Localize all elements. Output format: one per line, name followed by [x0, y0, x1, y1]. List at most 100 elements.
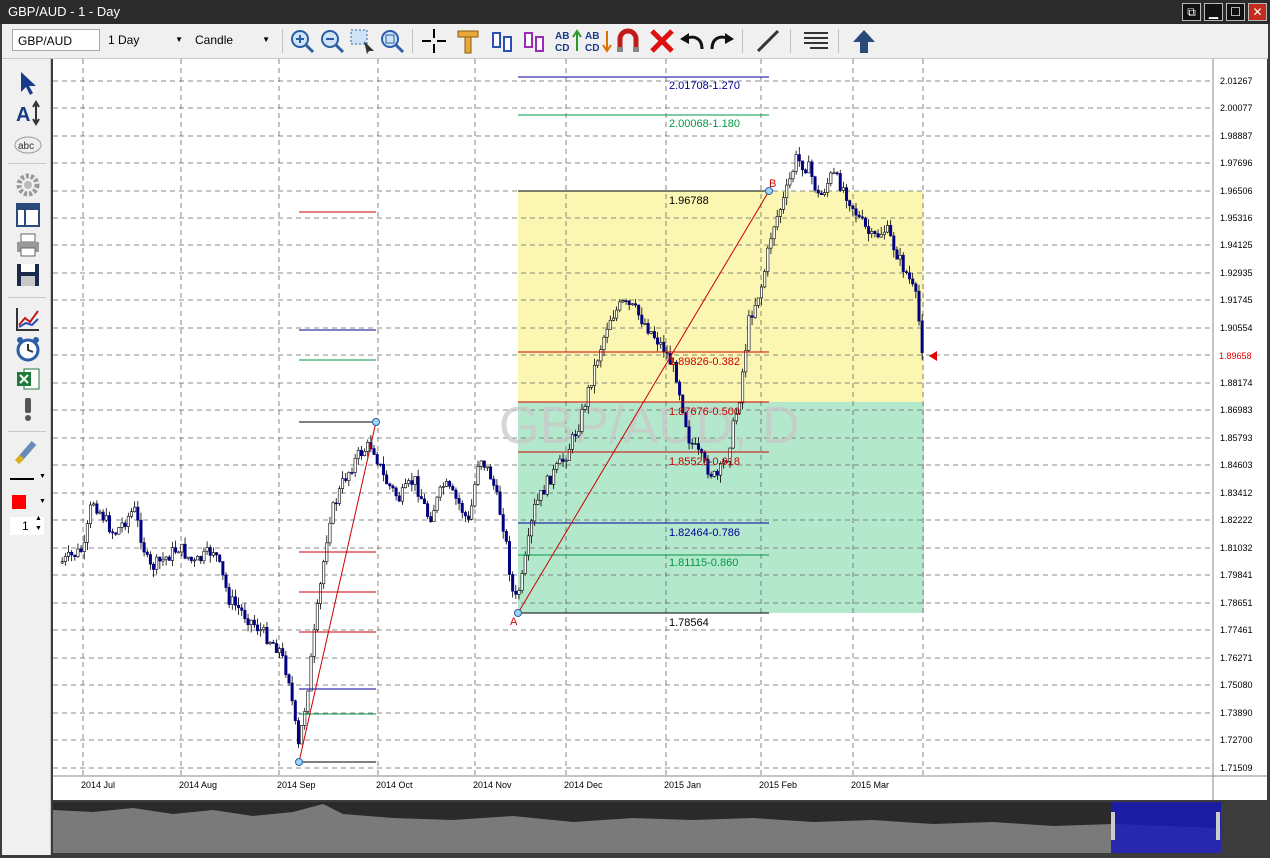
abc-label-icon[interactable]: abc [14, 131, 42, 159]
zoom-reset-icon[interactable] [378, 27, 406, 55]
candle-body [662, 341, 666, 353]
toolbar-divider [8, 163, 46, 164]
crosshair-icon[interactable] [420, 27, 448, 55]
zoom-in-icon[interactable] [288, 27, 316, 55]
fib-left-anchor-high[interactable] [372, 418, 380, 426]
fib-left-anchor-low[interactable] [295, 758, 303, 766]
candle-body [763, 271, 767, 288]
candle-body [344, 478, 348, 481]
close-button[interactable]: ✕ [1248, 3, 1267, 21]
alarm-clock-icon[interactable] [14, 335, 42, 363]
hlines-icon[interactable] [802, 27, 830, 55]
excel-export-icon[interactable] [14, 365, 42, 393]
candle-body [741, 371, 745, 404]
undo-icon[interactable] [678, 27, 706, 55]
price-axis-label: 1.81032 [1220, 543, 1253, 553]
candle-body [454, 489, 458, 499]
candle-body [536, 499, 540, 505]
candle-body [208, 547, 212, 556]
timeframe-select[interactable]: 1 Day ▼ [103, 29, 187, 51]
candle-body [467, 515, 471, 520]
candle-body [331, 502, 335, 524]
candle-compare-alt-icon[interactable] [520, 27, 548, 55]
abcd-down-icon[interactable]: ABCD [584, 27, 612, 55]
candle-body [318, 583, 322, 604]
magnet-icon[interactable] [614, 27, 642, 55]
candle-body [637, 304, 641, 316]
svg-text:CD: CD [585, 43, 599, 54]
candle-body [268, 642, 272, 644]
abcd-up-icon[interactable]: ABCD [554, 27, 582, 55]
alert-exclamation-icon[interactable] [14, 395, 42, 423]
candle-body [111, 531, 115, 534]
candle-body [867, 226, 871, 234]
price-axis: 2.01267 2.00077 1.98887 1.97696 1.96506 1.953… [1220, 76, 1253, 773]
candle-body [158, 556, 162, 562]
candle-body [114, 532, 118, 535]
text-tool-icon[interactable]: A [14, 99, 42, 127]
spinner-down-icon[interactable]: ▼ [35, 525, 42, 532]
trendline-icon[interactable] [754, 27, 782, 55]
color-swatch [12, 495, 26, 509]
brush-icon[interactable] [14, 437, 42, 465]
symbol-input[interactable]: GBP/AUD [12, 29, 100, 51]
maximize-button[interactable]: ☐ [1226, 3, 1245, 21]
candle-body [901, 254, 905, 272]
candle-body [410, 480, 414, 485]
candle-body [561, 458, 565, 462]
candle-compare-icon[interactable] [488, 27, 516, 55]
ruler-icon[interactable] [454, 27, 482, 55]
save-icon[interactable] [14, 261, 42, 289]
indicator-chart-icon[interactable] [14, 305, 42, 333]
candle-body [914, 283, 918, 292]
candle-body [73, 554, 77, 557]
candle-body [60, 561, 64, 564]
chart-navigator[interactable] [53, 802, 1221, 853]
print-icon[interactable] [14, 231, 42, 259]
navigator-left-handle[interactable] [1111, 812, 1115, 840]
price-axis-label: 1.73890 [1220, 708, 1253, 718]
candle-body [507, 541, 511, 575]
candle-body [602, 336, 606, 350]
minimize-button[interactable]: ▁ [1204, 3, 1223, 21]
zoom-box-icon[interactable] [348, 27, 376, 55]
pointer-icon[interactable] [14, 69, 42, 97]
line-style-picker[interactable]: ▼ [10, 473, 46, 485]
candle-body [860, 216, 864, 219]
candle-body [438, 486, 442, 498]
candle-body [608, 320, 612, 330]
price-axis-label: 1.79841 [1220, 570, 1253, 580]
candle-body [196, 556, 200, 561]
candle-body [589, 385, 593, 388]
candle-body [656, 337, 660, 345]
chart-type-select[interactable]: Candle ▼ [190, 29, 274, 51]
spinner-up-icon[interactable]: ▲ [35, 515, 42, 522]
candle-body [211, 552, 215, 556]
candle-body [328, 522, 332, 544]
candle-body [835, 172, 839, 175]
candle-body [523, 555, 527, 574]
price-chart[interactable]: GBP/AUD, D 2.01708-1.270 2.00068-1.180 1… [53, 59, 1267, 800]
color-picker[interactable]: ▼ [10, 495, 46, 509]
restore-button[interactable]: ⧉ [1182, 3, 1201, 21]
settings-gear-icon[interactable] [14, 171, 42, 199]
line-style-sample [10, 478, 34, 480]
candle-body [183, 543, 187, 559]
zoom-out-icon[interactable] [318, 27, 346, 55]
candle-body [470, 505, 474, 520]
candle-body [548, 475, 552, 485]
navigator-window[interactable] [1111, 802, 1221, 853]
redo-icon[interactable] [708, 27, 736, 55]
arrow-up-icon[interactable] [850, 27, 878, 55]
candle-body [785, 184, 789, 199]
line-width-spinner[interactable]: 1 ▲ ▼ [10, 515, 44, 535]
layout-icon[interactable] [14, 201, 42, 229]
candle-body [485, 466, 489, 469]
candle-body [312, 629, 316, 657]
chart-canvas[interactable]: GBP/AUD, D 2.01708-1.270 2.00068-1.180 1… [53, 59, 1267, 800]
navigator-right-handle[interactable] [1216, 812, 1220, 840]
candle-body [747, 315, 751, 351]
delete-all-icon[interactable] [648, 27, 676, 55]
fib-retracement-left[interactable] [295, 211, 380, 766]
candle-body [63, 556, 67, 562]
